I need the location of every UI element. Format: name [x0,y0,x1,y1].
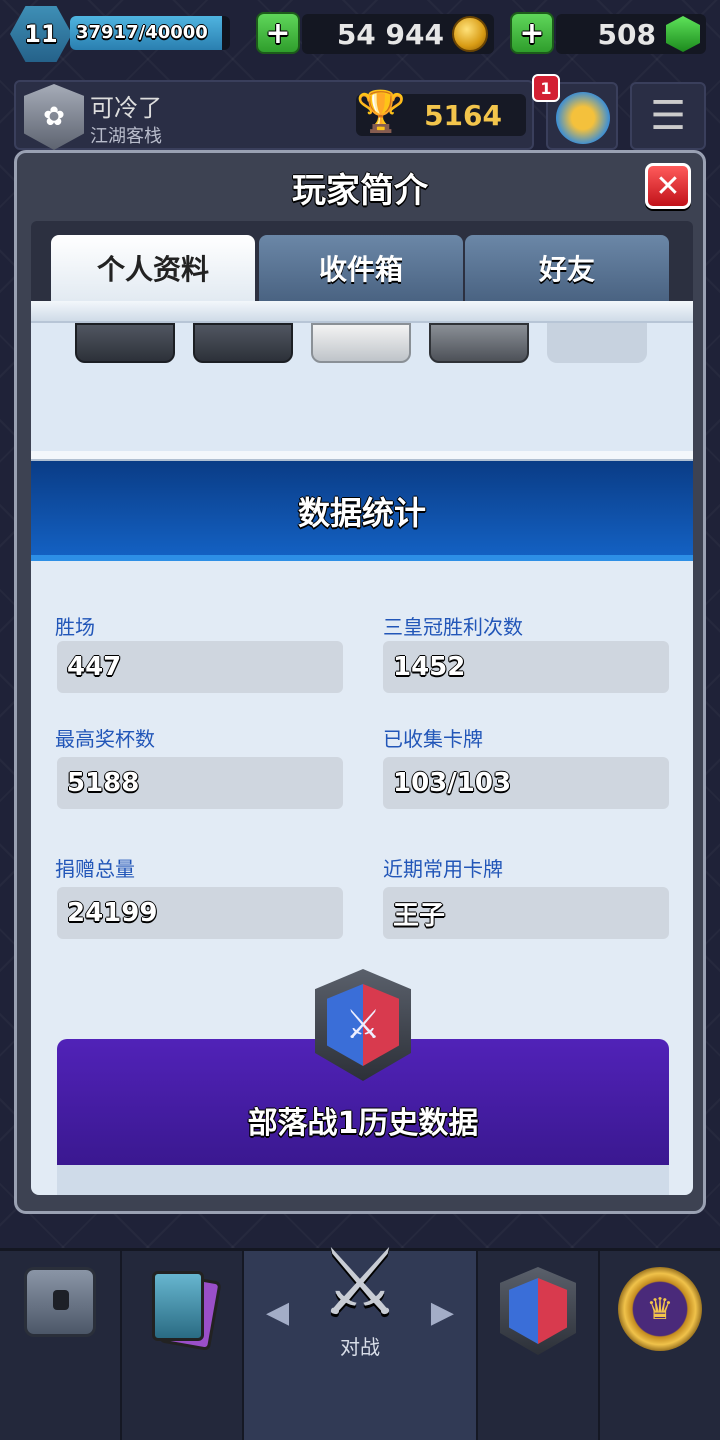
clan-war-icon [500,1267,576,1355]
xp-progress-bar: 37917/40000 [70,16,230,50]
badge-slot[interactable] [75,323,175,363]
gem-counter: 508 [556,14,706,54]
hamburger-menu-icon[interactable]: ☰ [630,82,706,150]
nav-clan-war[interactable] [478,1251,598,1440]
add-gold-button[interactable]: + [256,12,300,54]
level-number: 11 [24,20,58,48]
badge-slot-empty [547,323,647,363]
xp-text: 37917/40000 [76,22,208,43]
badge-strip [31,301,693,461]
stat-label-highest-trophies: 最高奖杯数 [55,727,155,751]
nav-cards[interactable] [122,1251,242,1440]
badge-slot[interactable] [193,323,293,363]
bottom-nav: ◀ ⚔ 对战 ▶ ♛ [0,1237,720,1440]
clan-war-history-body [57,1165,669,1195]
cards-icon [146,1269,222,1351]
badge-strip-edge [31,451,693,461]
crossed-swords-icon: ⚔ [327,984,399,1066]
stat-label-cards-collected: 已收集卡牌 [383,727,483,751]
stat-label-total-donations: 捐赠总量 [55,857,135,881]
tab-profile[interactable]: 个人资料 [51,235,255,301]
gold-coin-icon [452,16,488,52]
level-badge-icon[interactable]: 11 [10,6,72,62]
badge-slot[interactable] [429,323,529,363]
clan-war-history-title: 部落战1历史数据 [247,1106,479,1141]
gold-counter: 54 944 [302,14,494,54]
stats-header: 数据统计 [31,461,693,561]
gem-amount: 508 [597,17,656,51]
modal-title: 玩家简介 [292,171,428,211]
stat-label-three-crown-wins: 三皇冠胜利次数 [383,615,523,639]
crossed-swords-icon: ⚔ [318,1229,402,1336]
top-bar: 11 37917/40000 + 54 944 + 508 [0,0,720,72]
arrow-left-icon[interactable]: ◀ [266,1295,289,1330]
nav-battle[interactable]: ◀ ⚔ 对战 ▶ [244,1237,476,1440]
chest-icon [24,1267,96,1337]
badge-slot[interactable] [311,323,411,363]
battle-label: 对战 [339,1335,380,1359]
add-gems-button[interactable]: + [510,12,554,54]
gold-amount: 54 944 [336,17,444,51]
stat-value-three-crown-wins: 1452 [383,641,669,693]
clan-name: 江湖客栈 [90,126,162,147]
stat-value-favorite-card: 王子 [383,887,669,939]
crown-icon: ♛ [618,1267,702,1351]
badge-strip-edge [31,301,693,323]
gem-icon [666,16,700,52]
trophy-count: 5164 [424,99,502,132]
player-profile-modal: 玩家简介 ✕ 个人资料 收件箱 好友 数据统计 胜场 447 三皇冠胜利次数 1… [14,150,706,1214]
stat-value-wins: 447 [57,641,343,693]
close-button[interactable]: ✕ [645,163,691,209]
trophy-counter: 🏆 5164 [356,89,526,136]
avatar [556,92,610,144]
stat-label-wins: 胜场 [55,615,95,639]
tab-inbox[interactable]: 收件箱 [259,235,463,301]
nav-shop[interactable] [0,1251,120,1440]
stat-value-total-donations: 24199 [57,887,343,939]
stat-label-favorite-card: 近期常用卡牌 [383,857,503,881]
clan-badge-icon: ✿ [24,84,84,150]
profile-content[interactable]: 数据统计 胜场 447 三皇冠胜利次数 1452 最高奖杯数 5188 已收集卡… [31,301,693,1195]
stat-value-cards-collected: 103/103 [383,757,669,809]
player-info-bar[interactable]: ✿ 可冷了 江湖客栈 🏆 5164 [14,80,534,150]
nav-events[interactable]: ♛ [600,1251,720,1440]
player-name: 可冷了 [90,94,162,122]
tab-friends[interactable]: 好友 [465,235,669,301]
trophy-icon: 🏆 [356,89,406,135]
arrow-right-icon[interactable]: ▶ [431,1295,454,1330]
notification-badge: 1 [532,74,560,102]
stat-value-highest-trophies: 5188 [57,757,343,809]
